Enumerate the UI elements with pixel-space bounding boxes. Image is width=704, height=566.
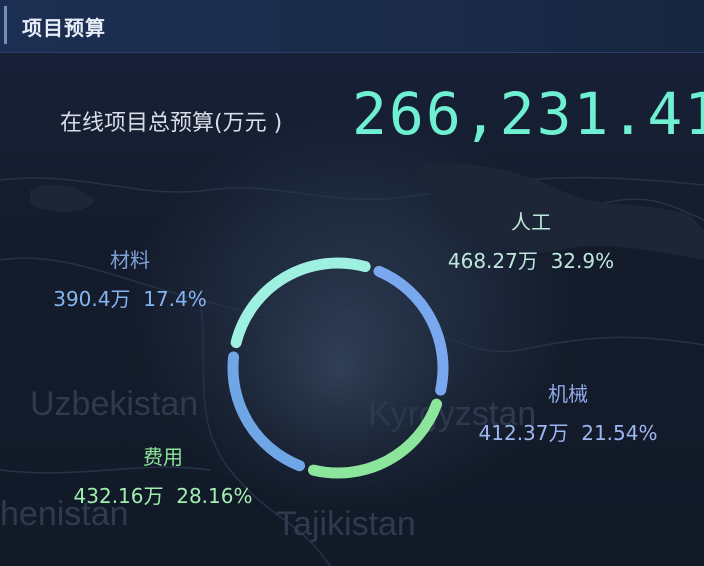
label-feiyong: 费用 432.16万 28.16% xyxy=(60,441,266,509)
label-jixie-name: 机械 xyxy=(548,382,588,406)
label-cailiao: 材料 390.4万 17.4% xyxy=(38,244,222,312)
label-cailiao-values: 390.4万 17.4% xyxy=(38,283,222,312)
label-feiyong-percent: 28.16% xyxy=(176,484,253,508)
label-rengong: 人工 468.27万 32.9% xyxy=(436,206,626,274)
label-rengong-percent: 32.9% xyxy=(550,249,615,273)
label-feiyong-amount: 432.16万 xyxy=(73,484,164,508)
label-rengong-amount: 468.27万 xyxy=(447,249,538,273)
label-cailiao-amount: 390.4万 xyxy=(53,287,131,311)
label-feiyong-values: 432.16万 28.16% xyxy=(60,480,266,509)
label-cailiao-name: 材料 xyxy=(110,248,150,272)
label-jixie-percent: 21.54% xyxy=(581,421,658,445)
label-feiyong-name: 费用 xyxy=(143,445,183,469)
budget-panel: Uzbekistan Kyrgyzstan Tajikistan henista… xyxy=(0,0,704,566)
label-cailiao-percent: 17.4% xyxy=(143,287,207,311)
label-jixie-amount: 412.37万 xyxy=(478,421,569,445)
label-rengong-values: 468.27万 32.9% xyxy=(436,245,626,274)
label-rengong-name: 人工 xyxy=(511,210,551,234)
label-jixie: 机械 412.37万 21.54% xyxy=(466,378,670,446)
label-jixie-values: 412.37万 21.54% xyxy=(466,417,670,446)
